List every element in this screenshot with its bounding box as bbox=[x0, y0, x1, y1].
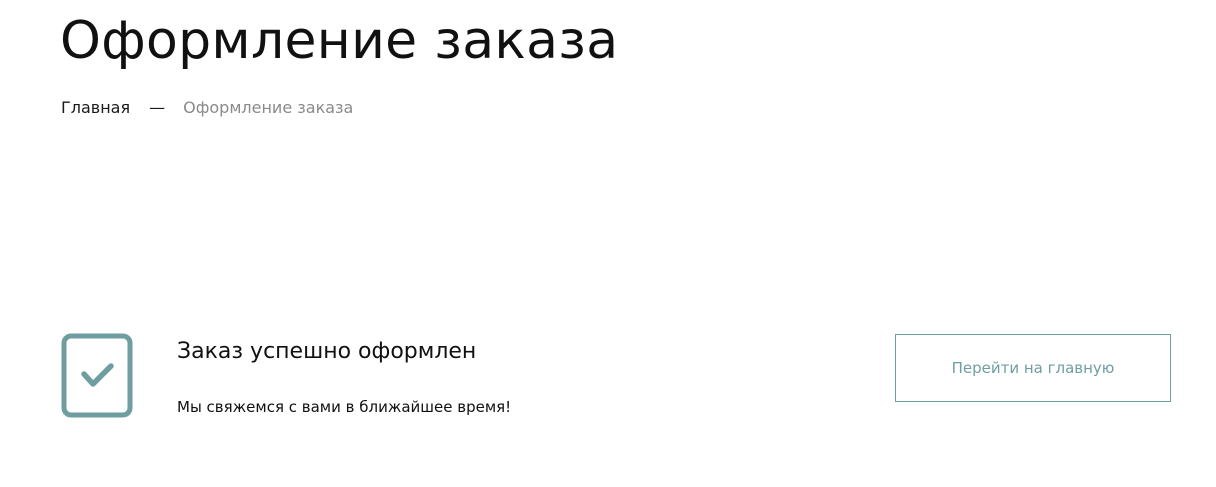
go-home-button[interactable]: Перейти на главную bbox=[895, 334, 1171, 402]
breadcrumb: Главная — Оформление заказа bbox=[61, 98, 353, 118]
page-title: Оформление заказа bbox=[60, 11, 619, 71]
success-message: Мы свяжемся с вами в ближайшее время! bbox=[177, 398, 512, 416]
checkbox-check-icon bbox=[61, 333, 133, 418]
breadcrumb-home-link[interactable]: Главная bbox=[61, 98, 130, 118]
breadcrumb-current: Оформление заказа bbox=[183, 98, 354, 117]
success-title: Заказ успешно оформлен bbox=[177, 339, 477, 364]
breadcrumb-separator: — bbox=[149, 98, 166, 117]
